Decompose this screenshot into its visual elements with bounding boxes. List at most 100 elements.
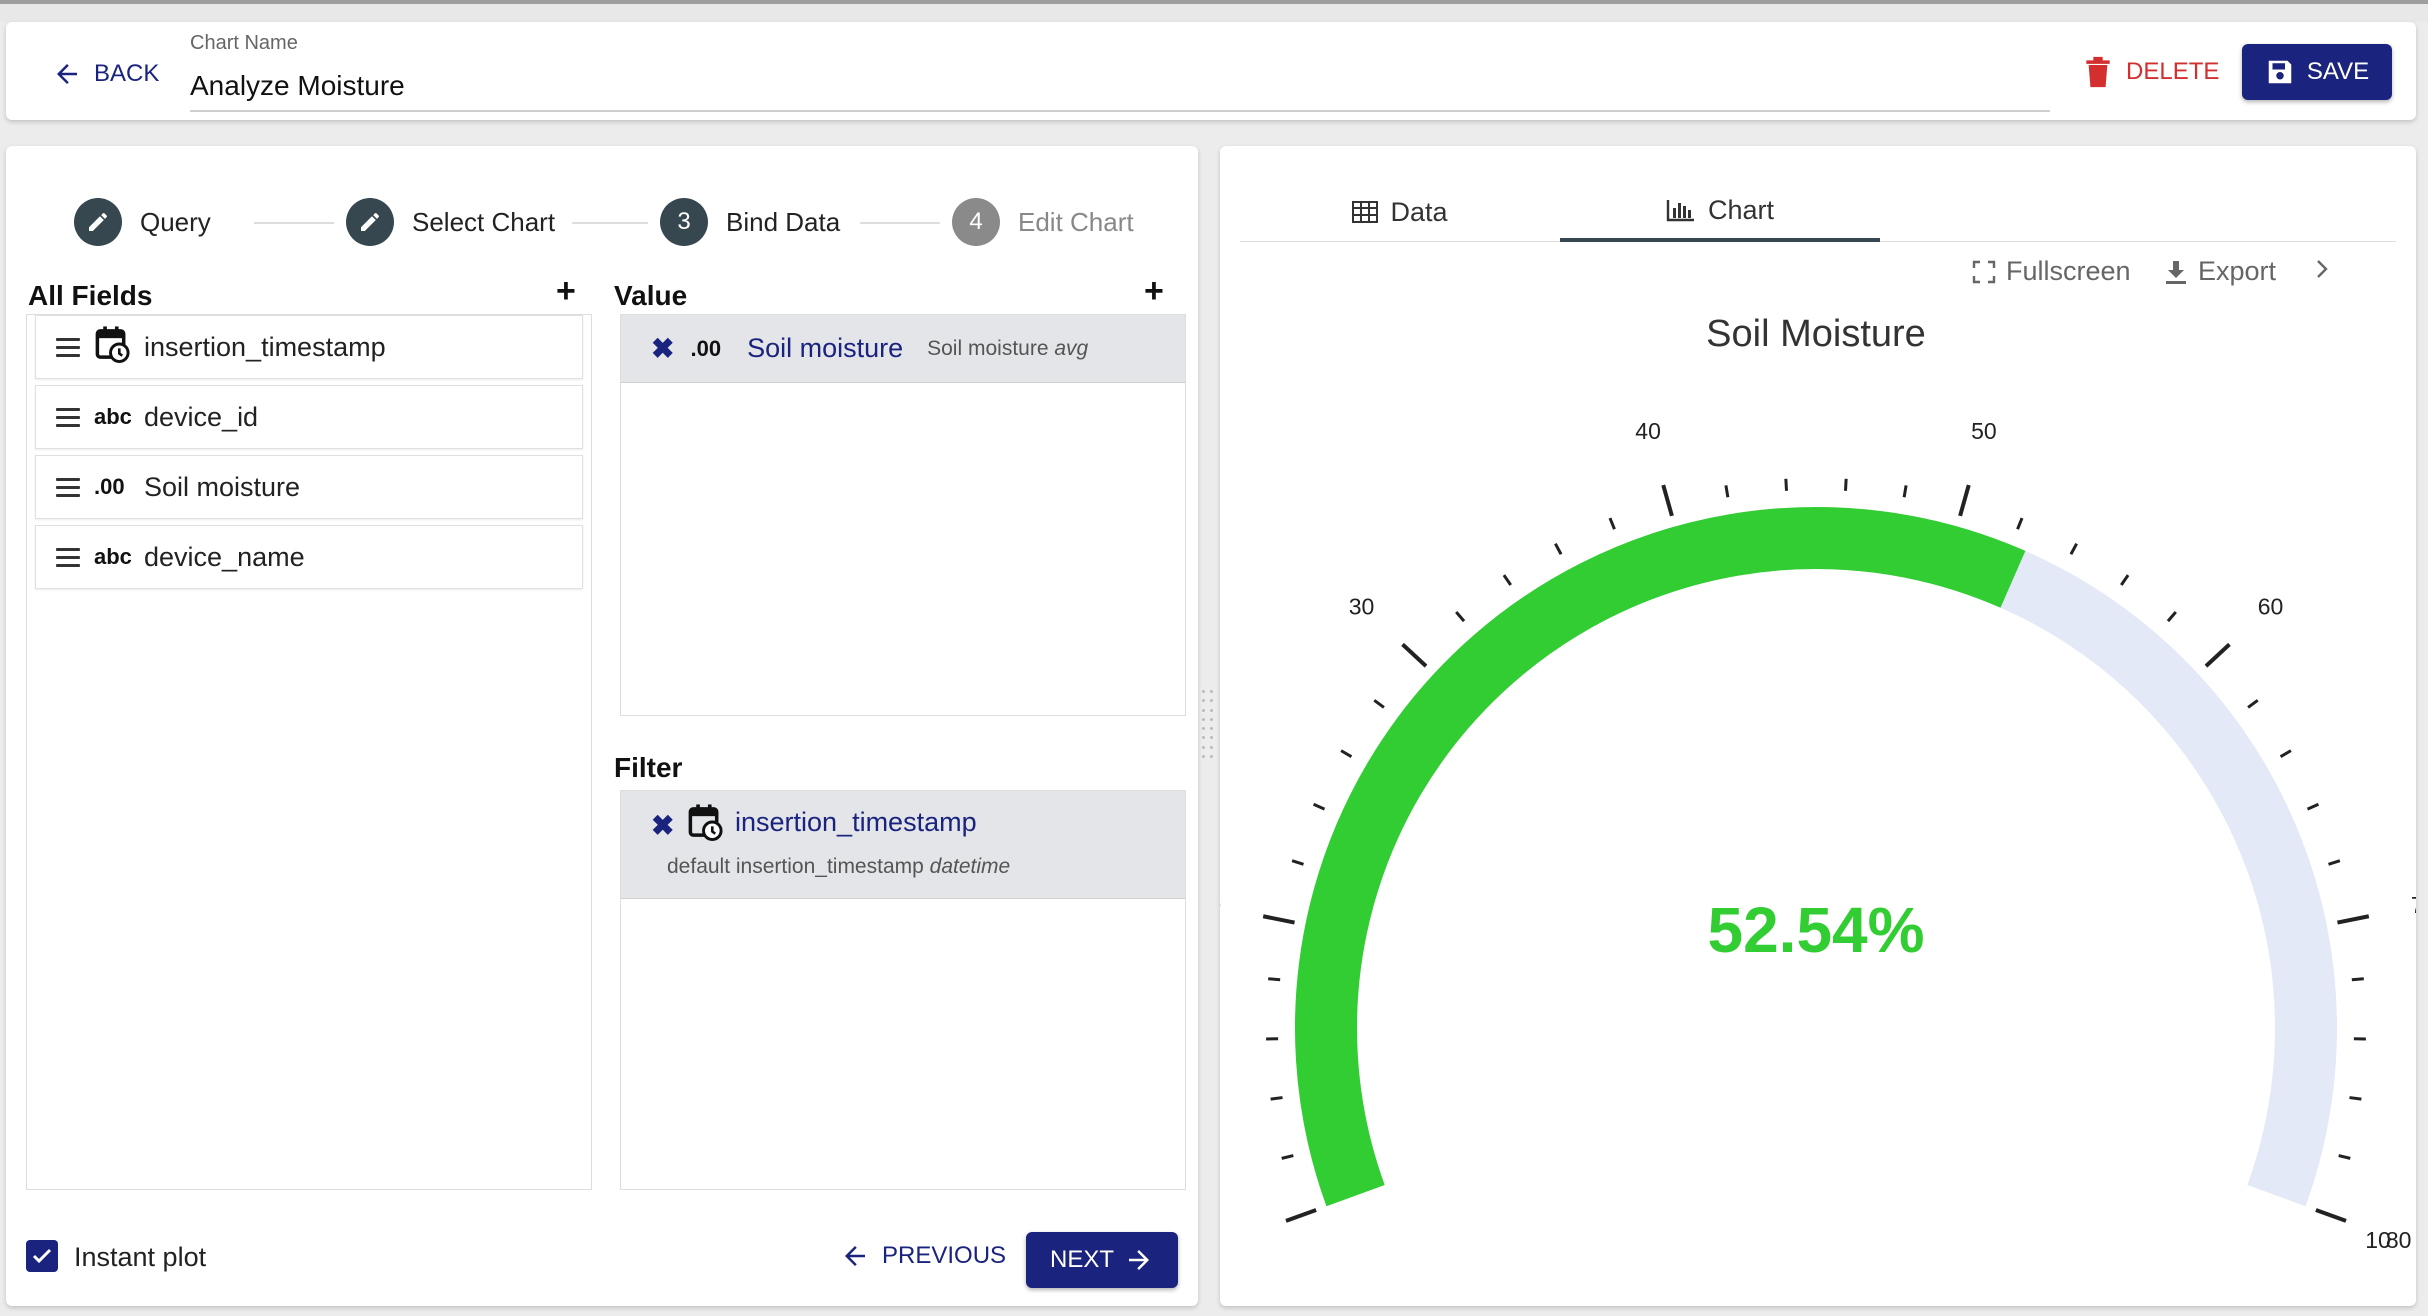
drag-handle-icon[interactable]: [56, 337, 80, 357]
gauge-major-tick: [1285, 1208, 1317, 1223]
gauge-minor-tick: [1843, 478, 1848, 491]
step-label: Edit Chart: [1018, 206, 1134, 237]
filter-drop-zone[interactable]: ✖ insertion_timestamp default insertion_…: [620, 790, 1186, 1190]
value-chip[interactable]: ✖ .00 Soil moisture Soil moisture avg: [621, 315, 1185, 383]
floppy-disk-icon: [2268, 60, 2292, 84]
gauge-major-tick: [2337, 914, 2370, 925]
gauge-minor-tick: [2166, 611, 2177, 623]
step-edit-chart[interactable]: 4 Edit Chart: [952, 198, 1134, 246]
gauge-ticks: [1262, 478, 2370, 1223]
arrow-left-icon: [57, 64, 77, 84]
gauge-fill: [1295, 507, 2026, 1207]
gauge-minor-tick: [2338, 1154, 2351, 1160]
step-query[interactable]: Query: [74, 198, 211, 246]
add-field-plus-icon[interactable]: +: [556, 274, 576, 308]
bind-data-panel: Query Select Chart 3 Bind Data 4 Edit Ch…: [6, 146, 1198, 1306]
previous-button[interactable]: PREVIOUS: [840, 1236, 1006, 1276]
filter-field-name: insertion_timestamp: [735, 807, 977, 837]
panel-resize-handle[interactable]: [1202, 690, 1214, 760]
save-button[interactable]: SAVE: [2242, 44, 2392, 100]
gauge-minor-tick: [1902, 485, 1908, 498]
gauge-tick-label: 50: [1971, 418, 1997, 444]
gauge-minor-tick: [1291, 859, 1304, 866]
value-field-name: Soil moisture: [747, 333, 904, 363]
gauge-chart: Soil Moisture 2030405060708010 52.54%: [1220, 313, 2416, 1253]
gauge-minor-tick: [1281, 1154, 1294, 1160]
field-name: Soil moisture: [144, 471, 301, 502]
gauge-major-tick: [1661, 484, 1674, 517]
next-button[interactable]: NEXT: [1026, 1232, 1178, 1288]
chart-editor-header: BACK Chart Name DELETE SAVE: [6, 22, 2416, 120]
drag-handle-icon[interactable]: [56, 477, 80, 497]
gauge-minor-tick: [1724, 485, 1730, 498]
trash-icon: [2086, 56, 2110, 88]
filter-title: Filter: [614, 752, 683, 783]
gauge-value-label: 52.54%: [1707, 894, 1924, 966]
instant-plot-checkbox[interactable]: [26, 1240, 58, 1272]
value-aggregation-field: Soil moisture: [927, 336, 1049, 360]
filter-chip[interactable]: ✖ insertion_timestamp default insertion_…: [621, 791, 1185, 899]
drag-handle-icon[interactable]: [56, 547, 80, 567]
gauge-minor-tick: [1455, 611, 1466, 623]
all-fields-list: insertion_timestamp abc device_id .00 So…: [26, 314, 592, 1190]
gauge-title: Soil Moisture: [1706, 313, 1926, 355]
save-label: SAVE: [2306, 58, 2370, 85]
step-select-chart[interactable]: Select Chart: [346, 198, 555, 246]
drag-handle-icon[interactable]: [56, 407, 80, 427]
field-item-soil-moisture[interactable]: .00 Soil moisture: [35, 455, 583, 519]
back-button[interactable]: BACK: [52, 54, 159, 94]
remove-x-icon[interactable]: ✖: [651, 332, 674, 365]
step-number: 4: [952, 198, 1000, 246]
text-type-icon: abc: [94, 404, 132, 429]
field-item-insertion-timestamp[interactable]: insertion_timestamp: [35, 315, 583, 379]
gauge-minor-tick: [2279, 749, 2292, 758]
field-item-device-name[interactable]: abc device_name: [35, 525, 583, 589]
field-name: insertion_timestamp: [144, 331, 386, 362]
gauge-minor-tick: [1608, 517, 1616, 530]
gauge-minor-tick: [2120, 574, 2130, 586]
gauge-minor-tick: [2306, 802, 2320, 811]
decimal-type-icon: .00: [690, 335, 722, 361]
gauge-minor-tick: [2069, 542, 2078, 555]
gauge-minor-tick: [2351, 977, 2364, 982]
gauge-minor-tick: [1502, 574, 1512, 586]
decimal-type-icon: .00: [94, 474, 125, 499]
gauge-tick-label: 40: [1635, 418, 1661, 444]
step-label: Bind Data: [726, 206, 841, 237]
gauge-minor-tick: [1373, 699, 1385, 709]
step-label: Query: [140, 206, 211, 237]
calendar-clock-icon: [687, 803, 723, 846]
add-value-plus-icon[interactable]: +: [1144, 274, 1164, 308]
step-connector: [254, 222, 334, 224]
field-name: device_name: [144, 541, 305, 572]
gauge-minor-tick: [1270, 1096, 1283, 1101]
pencil-icon: [74, 198, 122, 246]
value-aggregation-func: avg: [1054, 336, 1089, 360]
step-connector: [572, 222, 648, 224]
gauge-major-tick: [1401, 642, 1428, 668]
window-top-bar: [0, 0, 2428, 22]
pencil-icon: [346, 198, 394, 246]
arrow-left-icon: [845, 1246, 865, 1266]
value-drop-zone[interactable]: ✖ .00 Soil moisture Soil moisture avg: [620, 314, 1186, 716]
step-number: 3: [660, 198, 708, 246]
field-name: device_id: [144, 401, 259, 432]
previous-label: PREVIOUS: [882, 1242, 1007, 1269]
back-label: BACK: [94, 60, 160, 87]
remove-x-icon[interactable]: ✖: [651, 809, 674, 842]
gauge-minor-tick: [1784, 478, 1789, 491]
delete-button[interactable]: DELETE: [2084, 52, 2219, 92]
gauge-minor-tick: [2016, 517, 2024, 530]
step-bind-data[interactable]: 3 Bind Data: [660, 198, 840, 246]
field-item-device-id[interactable]: abc device_id: [35, 385, 583, 449]
filter-type: datetime: [929, 855, 1011, 878]
gauge-tick-label: 20: [1220, 892, 1221, 918]
chart-name-input[interactable]: [190, 62, 2050, 112]
gauge-minor-tick: [2349, 1096, 2362, 1101]
calendar-clock-icon: [94, 325, 134, 369]
arrow-right-icon: [1129, 1250, 1149, 1270]
step-label: Select Chart: [412, 206, 556, 237]
gauge-major-tick: [1262, 914, 1295, 925]
gauge-minor-tick: [1340, 749, 1353, 758]
gauge-minor-tick: [1312, 802, 1326, 811]
